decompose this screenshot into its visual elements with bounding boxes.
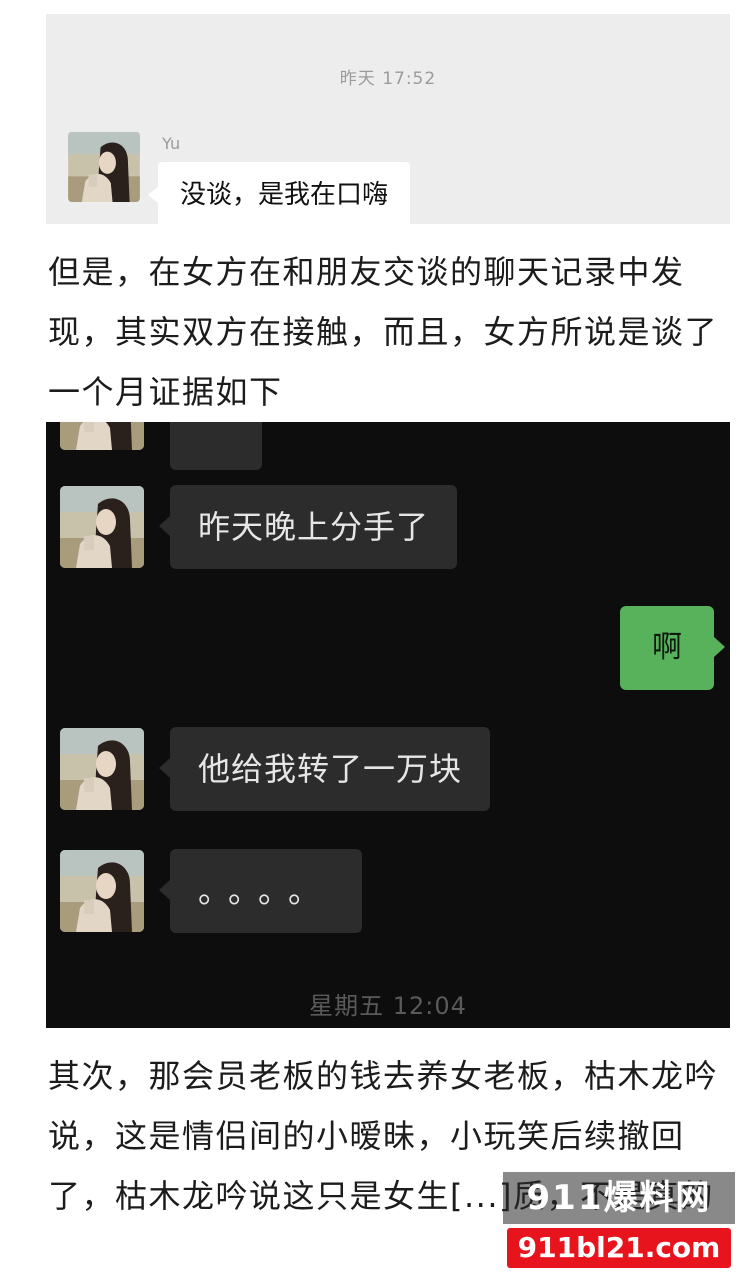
top-chat-screenshot: 昨天 17:52 Yu 没谈，是我在口嗨 [46,14,730,228]
avatar-photo-icon [68,132,140,202]
chat-timestamp: 昨天 17:52 [339,69,437,89]
watermark-url: 911bl21.com [507,1228,731,1268]
avatar[interactable] [60,850,144,932]
article-paragraph: 但是，在女方在和朋友交谈的聊天记录中发现，其实双方在接触，而且，女方所说是谈了一… [48,253,719,411]
message-bubble[interactable]: 他给我转了一万块 [158,727,491,811]
chat-timestamp: 星期五 12:04 [309,992,467,1020]
evidence-chat-screenshot: 昨天晚上分手了 啊 他给我转了一万块 。。。。 星期五 12:04 [46,422,730,1028]
self-message-bubble[interactable]: 啊 [620,606,725,690]
message-bubble[interactable]: 。。。。 [158,849,363,933]
avatar[interactable] [60,422,144,450]
avatar[interactable] [60,486,144,568]
avatar-photo-icon [60,422,144,450]
avatar-photo-icon [60,850,144,932]
message-bubble[interactable]: 昨天晚上分手了 [158,485,458,569]
sender-name: Yu [162,134,181,153]
message-bubble[interactable] [170,422,262,470]
message-bubble[interactable]: 没谈，是我在口嗨 [147,162,411,228]
site-watermark: 911爆料网 911bl21.com [503,1172,735,1272]
avatar[interactable] [60,728,144,810]
avatar-photo-icon [60,486,144,568]
avatar[interactable] [68,132,140,202]
watermark-logo-text: 911爆料网 [503,1172,735,1224]
avatar-photo-icon [60,728,144,810]
